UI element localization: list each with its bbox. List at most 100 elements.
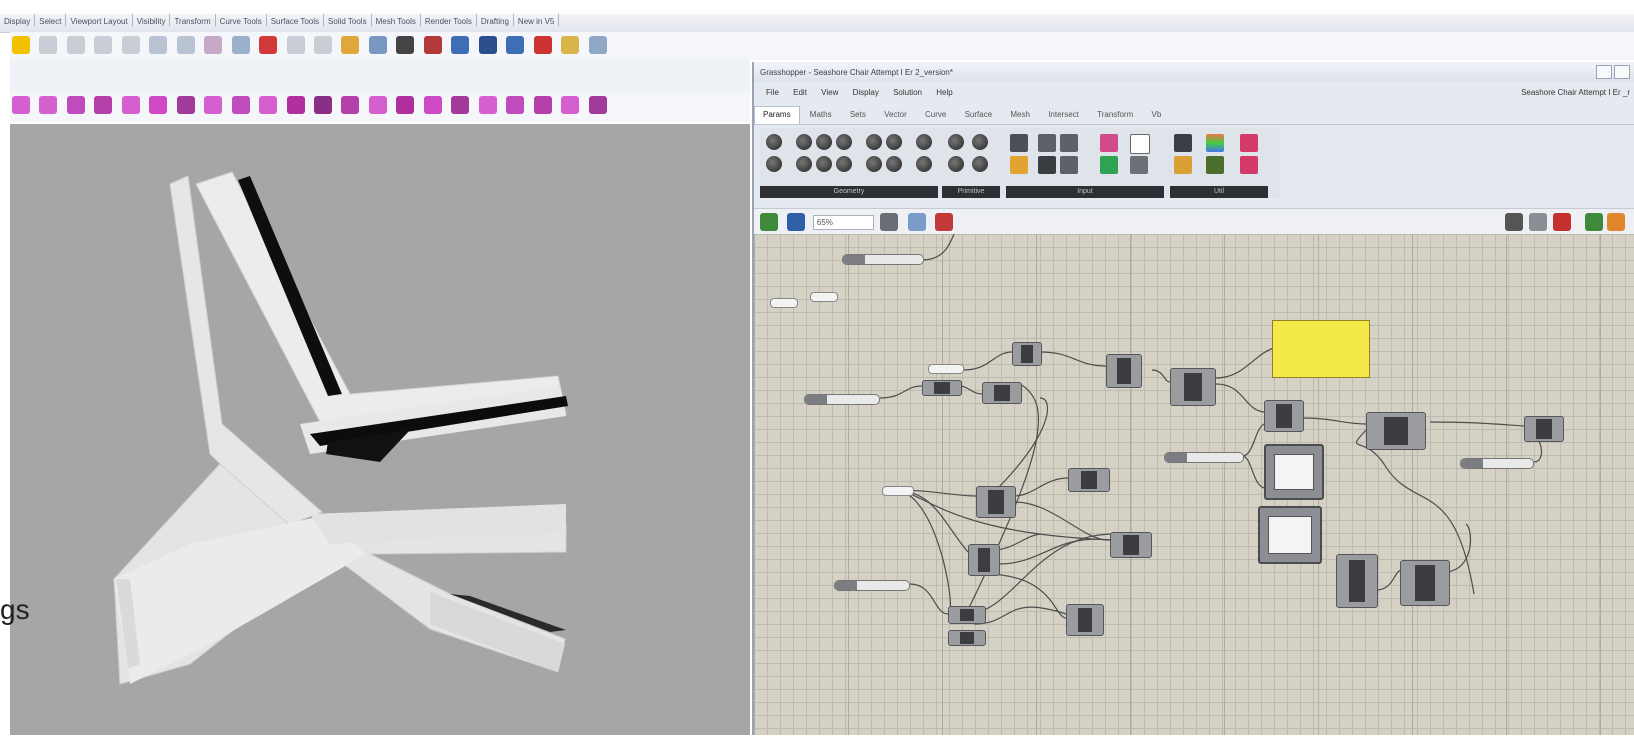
layers-icon[interactable] — [423, 36, 442, 54]
shaded-icon[interactable] — [313, 36, 332, 54]
select-icon[interactable] — [259, 36, 278, 54]
graph-mapper-icon[interactable] — [1130, 156, 1148, 174]
brep-param-icon[interactable] — [816, 156, 832, 172]
gh-component[interactable] — [922, 380, 962, 396]
open-file-icon[interactable] — [760, 213, 778, 231]
wireframe-icon[interactable] — [286, 36, 305, 54]
rhino-tab[interactable]: Drafting — [477, 14, 514, 26]
gh-component[interactable] — [1068, 468, 1110, 492]
tab-intersect[interactable]: Intersect — [1040, 107, 1087, 124]
menu-help[interactable]: Help — [936, 88, 952, 97]
untrim-icon[interactable] — [506, 96, 525, 114]
gh-component[interactable] — [1106, 354, 1142, 388]
gh-component[interactable] — [948, 630, 986, 646]
param-node[interactable] — [928, 364, 964, 374]
tab-maths[interactable]: Maths — [802, 107, 840, 124]
tab-curve[interactable]: Curve — [917, 107, 954, 124]
gh-component[interactable] — [948, 606, 986, 624]
tab-params[interactable]: Params — [754, 106, 800, 124]
plane-param-icon[interactable] — [766, 156, 782, 172]
menu-view[interactable]: View — [821, 88, 838, 97]
number-param-icon[interactable] — [948, 156, 964, 172]
rhino-tab[interactable]: Solid Tools — [324, 14, 372, 26]
offset-srf-icon[interactable] — [204, 96, 223, 114]
zoom-icon[interactable] — [121, 36, 140, 54]
number-slider[interactable] — [1460, 458, 1534, 469]
tab-surface[interactable]: Surface — [957, 107, 1001, 124]
gh-component[interactable] — [1264, 400, 1304, 432]
extend-srf-icon[interactable] — [451, 96, 470, 114]
number-slider[interactable] — [804, 394, 880, 405]
number-slider[interactable] — [1164, 452, 1244, 463]
gh-component[interactable] — [1336, 554, 1378, 608]
gh-document-name[interactable]: Seashore Chair Attempt I Er _r — [1521, 88, 1630, 97]
data-recorder-icon[interactable] — [1206, 134, 1224, 152]
lock-icon[interactable] — [396, 36, 415, 54]
tab-sets[interactable]: Sets — [842, 107, 874, 124]
param-node[interactable] — [770, 298, 798, 308]
button-icon[interactable] — [1038, 156, 1056, 174]
ribbon-label-input[interactable]: Input — [1006, 186, 1164, 198]
sphere-icon[interactable] — [478, 36, 497, 54]
fitness-icon[interactable] — [1206, 156, 1224, 174]
chamfer-srf-icon[interactable] — [259, 96, 278, 114]
bake-icon[interactable] — [935, 213, 954, 231]
four-views-icon[interactable] — [231, 36, 250, 54]
gh-component[interactable] — [1110, 532, 1152, 558]
circle-param-icon[interactable] — [836, 134, 852, 150]
vector-param-icon[interactable] — [816, 134, 832, 150]
extrude-icon[interactable] — [12, 96, 30, 114]
panel-icon[interactable] — [1010, 134, 1028, 152]
param-node[interactable] — [882, 486, 914, 496]
boolean-param-icon[interactable] — [948, 134, 964, 150]
mesh-param-icon[interactable] — [836, 156, 852, 172]
string-param-icon[interactable] — [972, 156, 988, 172]
line-param-icon[interactable] — [916, 134, 932, 150]
param-node[interactable] — [810, 292, 838, 302]
preview-selected-icon[interactable] — [1553, 213, 1571, 231]
jump-icon[interactable] — [1240, 134, 1258, 152]
menu-solution[interactable]: Solution — [893, 88, 922, 97]
value-list-icon[interactable] — [1060, 156, 1078, 174]
rhino-tab[interactable]: Surface Tools — [267, 14, 325, 26]
preview-shaded-icon[interactable] — [1529, 213, 1547, 231]
rendered-icon[interactable] — [341, 36, 360, 54]
preview-eye-icon[interactable] — [907, 213, 926, 231]
tab-vector[interactable]: Vector — [876, 107, 915, 124]
rhino-tab[interactable]: Viewport Layout — [66, 14, 133, 26]
tab-mesh[interactable]: Mesh — [1002, 107, 1038, 124]
tab-vb[interactable]: Vb — [1144, 107, 1170, 124]
mdslider-icon[interactable] — [1060, 134, 1078, 152]
patch-icon[interactable] — [149, 96, 168, 114]
toggle-icon[interactable] — [1130, 134, 1150, 154]
fillet-srf-icon[interactable] — [231, 96, 250, 114]
sketch-icon[interactable] — [880, 213, 899, 231]
output-panel[interactable] — [1272, 320, 1370, 378]
integer-param-icon[interactable] — [972, 134, 988, 150]
rotate-view-icon[interactable] — [94, 36, 113, 54]
rhino-tab[interactable]: Display — [0, 14, 36, 26]
zoom-selected-icon[interactable] — [204, 36, 223, 54]
rhino-tab[interactable]: Mesh Tools — [372, 14, 421, 26]
render-icon[interactable] — [533, 36, 552, 54]
undo-icon[interactable] — [39, 36, 58, 54]
explode-icon[interactable] — [368, 96, 387, 114]
point-param-icon[interactable] — [796, 134, 812, 150]
trim-icon[interactable] — [286, 96, 305, 114]
gh-component[interactable] — [1066, 604, 1104, 636]
graph-mapper[interactable] — [1258, 506, 1322, 564]
mesh-quality-icon[interactable] — [1585, 213, 1603, 231]
sweep-icon[interactable] — [66, 96, 85, 114]
field-param-icon[interactable] — [886, 156, 902, 172]
surface-param-icon[interactable] — [866, 156, 882, 172]
graph-mapper[interactable] — [1264, 444, 1324, 500]
gh-canvas[interactable] — [754, 234, 1634, 735]
rhino-tab[interactable]: Select — [35, 14, 67, 26]
gh-component[interactable] — [968, 544, 1000, 576]
galapagos-icon[interactable] — [1240, 156, 1258, 174]
rhino-tab[interactable]: Transform — [170, 14, 216, 26]
menu-display[interactable]: Display — [853, 88, 879, 97]
rhino-tab[interactable]: New in V5 — [514, 14, 560, 26]
dam-icon[interactable] — [1174, 156, 1192, 174]
gradient-icon[interactable] — [1100, 134, 1118, 152]
